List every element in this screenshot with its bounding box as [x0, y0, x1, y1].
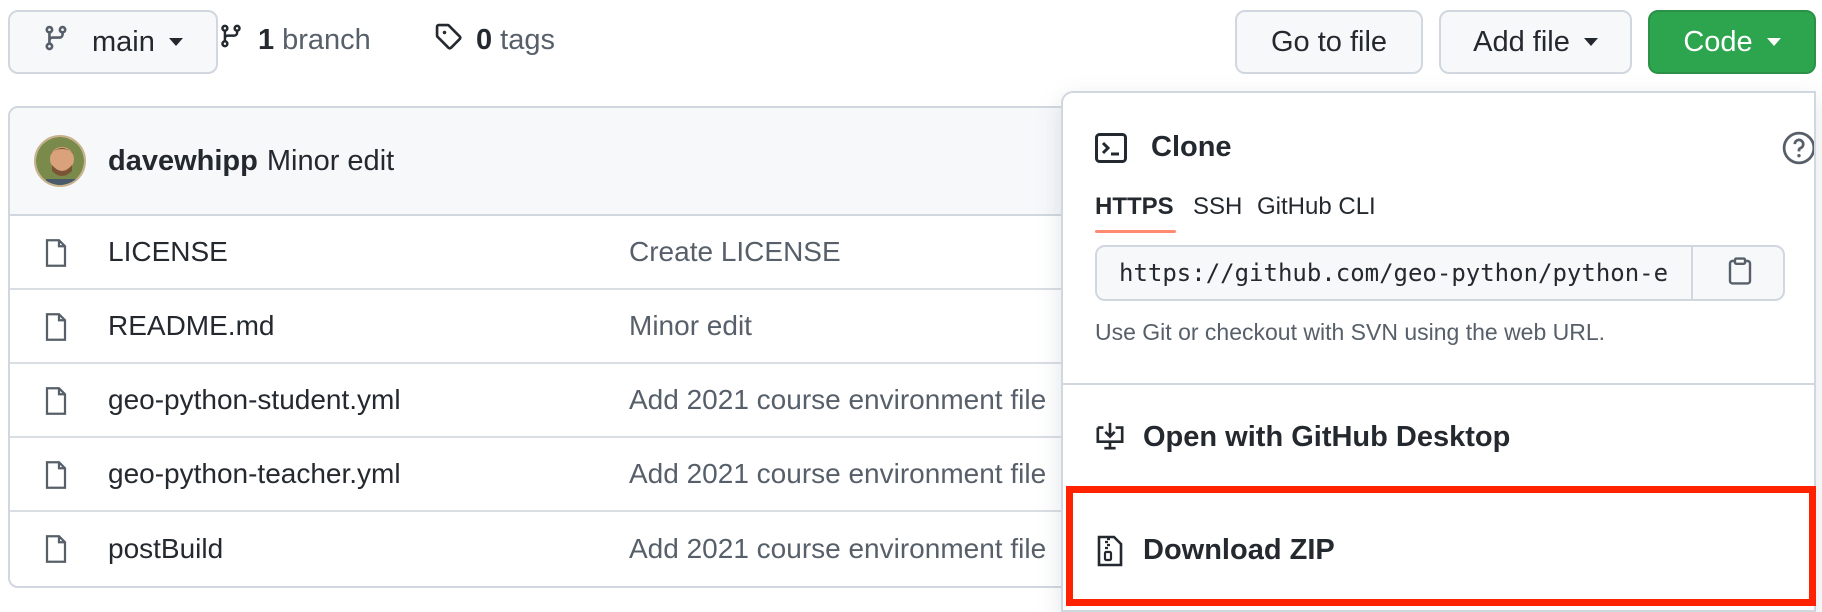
download-zip-item[interactable]: Download ZIP: [1063, 489, 1814, 610]
clone-hint-text: Use Git or checkout with SVN using the w…: [1095, 319, 1606, 345]
file-list: davewhipp Minor edit LICENSE Create LICE…: [8, 106, 1118, 588]
open-github-desktop-label: Open with GitHub Desktop: [1143, 420, 1511, 453]
git-branch-icon: [42, 23, 70, 61]
tab-https[interactable]: HTTPS: [1095, 193, 1176, 233]
commit-message[interactable]: Minor edit: [267, 145, 394, 178]
code-button[interactable]: Code: [1648, 10, 1816, 74]
chevron-down-icon: [1766, 38, 1781, 46]
branch-name: main: [92, 25, 155, 58]
file-name[interactable]: postBuild: [108, 533, 223, 565]
code-dropdown-menu: Clone HTTPS SSH GitHub CLI Use Git or ch…: [1061, 91, 1816, 612]
clone-url-input[interactable]: [1097, 247, 1693, 299]
file-name[interactable]: geo-python-teacher.yml: [108, 458, 401, 490]
table-row[interactable]: LICENSE Create LICENSE: [10, 216, 1116, 290]
code-label: Code: [1683, 25, 1753, 58]
go-to-file-button[interactable]: Go to file: [1235, 10, 1423, 74]
tab-github-cli[interactable]: GitHub CLI: [1257, 193, 1376, 221]
table-row[interactable]: README.md Minor edit: [10, 290, 1116, 364]
chevron-down-icon: [1583, 38, 1598, 46]
file-name[interactable]: README.md: [108, 310, 274, 342]
clone-section: Clone HTTPS SSH GitHub CLI Use Git or ch…: [1063, 93, 1814, 385]
open-github-desktop-item[interactable]: Open with GitHub Desktop: [1063, 385, 1814, 489]
file-name[interactable]: LICENSE: [108, 236, 228, 268]
file-commit-message[interactable]: Add 2021 course environment file: [629, 458, 1046, 490]
table-row[interactable]: geo-python-student.yml Add 2021 course e…: [10, 364, 1116, 438]
avatar[interactable]: [34, 135, 86, 187]
file-icon: [44, 534, 68, 571]
add-file-button[interactable]: Add file: [1439, 10, 1632, 74]
file-name[interactable]: geo-python-student.yml: [108, 384, 401, 416]
file-icon: [44, 238, 68, 275]
tags-link[interactable]: 0 tags: [434, 22, 555, 58]
file-commit-message[interactable]: Create LICENSE: [629, 236, 841, 268]
desktop-download-icon: [1095, 421, 1125, 459]
tag-icon: [434, 22, 462, 58]
file-icon: [44, 386, 68, 423]
tag-word: tags: [500, 23, 555, 56]
latest-commit-bar: davewhipp Minor edit: [10, 108, 1116, 216]
file-zip-icon: [1097, 535, 1123, 575]
git-branch-icon: [218, 22, 244, 58]
add-file-label: Add file: [1473, 25, 1570, 58]
question-icon[interactable]: [1782, 131, 1814, 170]
file-icon: [44, 460, 68, 497]
clone-title: Clone: [1151, 131, 1232, 163]
branch-count: 1: [258, 23, 275, 56]
tag-count: 0: [476, 23, 493, 56]
branches-link[interactable]: 1 branch: [218, 22, 371, 58]
tab-ssh[interactable]: SSH: [1193, 193, 1242, 221]
commit-author[interactable]: davewhipp: [108, 145, 258, 178]
chevron-down-icon: [168, 38, 183, 46]
branch-select-button[interactable]: main: [8, 10, 218, 74]
clipboard-icon: [1728, 256, 1752, 290]
file-commit-message[interactable]: Add 2021 course environment file: [629, 384, 1046, 416]
table-row[interactable]: postBuild Add 2021 course environment fi…: [10, 512, 1116, 586]
download-zip-label: Download ZIP: [1143, 534, 1335, 566]
copy-button[interactable]: [1693, 247, 1783, 299]
terminal-icon: [1095, 133, 1127, 168]
table-row[interactable]: geo-python-teacher.yml Add 2021 course e…: [10, 438, 1116, 512]
branch-word: branch: [282, 23, 371, 56]
file-commit-message[interactable]: Minor edit: [629, 310, 752, 342]
clone-url-group: [1095, 245, 1785, 301]
file-commit-message[interactable]: Add 2021 course environment file: [629, 533, 1046, 565]
file-icon: [44, 312, 68, 349]
